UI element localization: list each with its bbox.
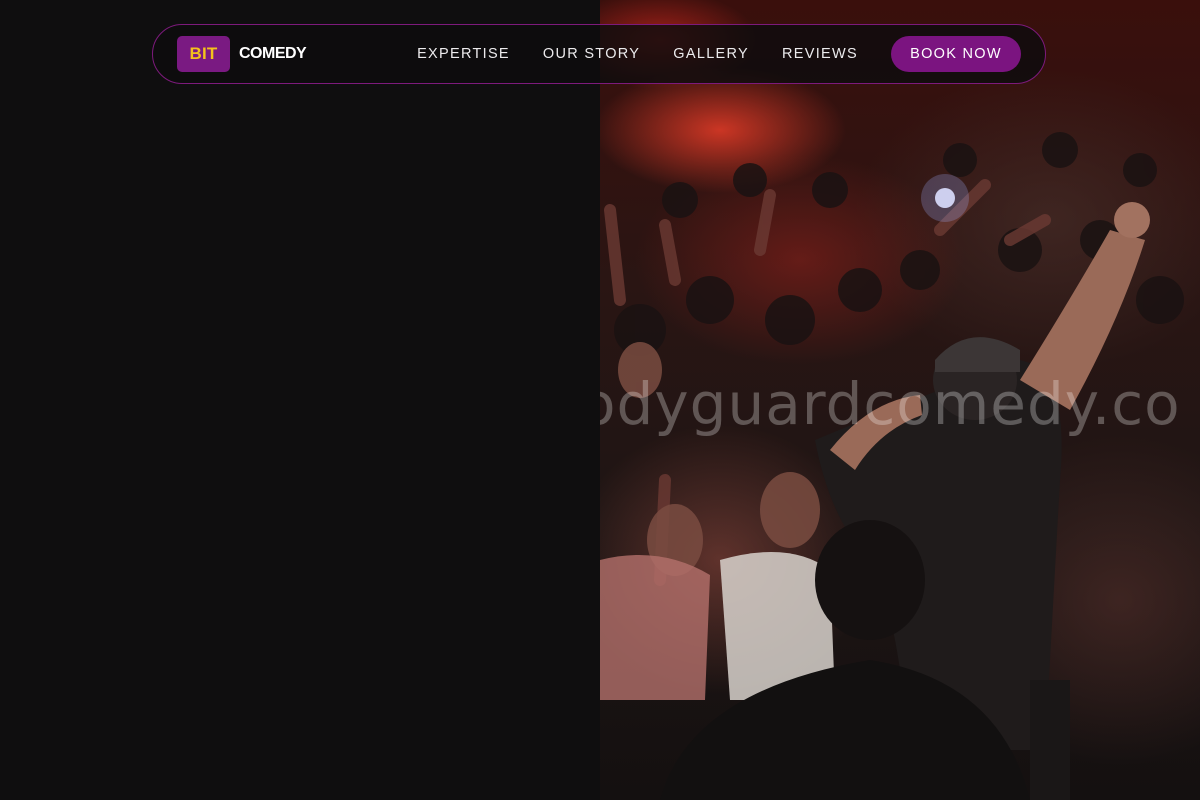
- nav-link-our-story[interactable]: OUR STORY: [543, 46, 640, 62]
- logo-badge: BIT: [177, 36, 230, 72]
- nav-link-reviews[interactable]: REVIEWS: [782, 46, 858, 62]
- top-navbar: BIT COMEDY EXPERTISE OUR STORY GALLERY R…: [152, 24, 1046, 84]
- nav-link-expertise[interactable]: EXPERTISE: [417, 46, 510, 62]
- logo-wordmark: COMEDY: [239, 45, 307, 62]
- nav-links: EXPERTISE OUR STORY GALLERY REVIEWS BOOK…: [417, 36, 1021, 72]
- page: odyguardcomedy.co BIT COMEDY EXPERTISE O…: [0, 0, 1200, 800]
- hero-image: odyguardcomedy.co: [600, 0, 1200, 800]
- book-now-button[interactable]: BOOK NOW: [891, 36, 1021, 72]
- left-dark-panel: [0, 0, 600, 800]
- watermark-text: odyguardcomedy.co: [600, 370, 1181, 438]
- brand-logo[interactable]: BIT COMEDY: [177, 36, 307, 72]
- nav-link-gallery[interactable]: GALLERY: [673, 46, 749, 62]
